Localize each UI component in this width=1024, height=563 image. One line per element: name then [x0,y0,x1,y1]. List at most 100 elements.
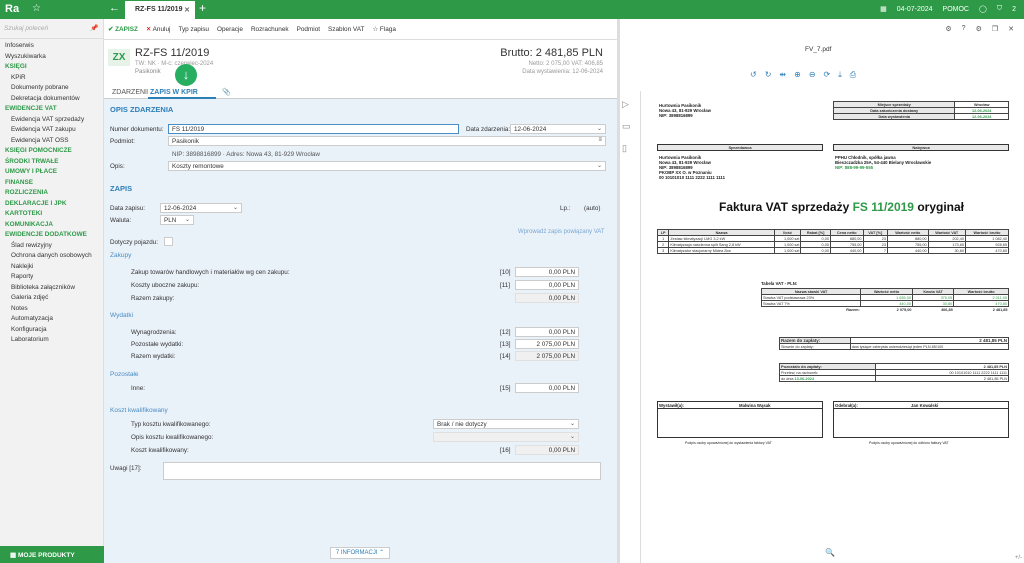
flag-label: Flaga [379,26,396,33]
file-icon[interactable]: ▯ [622,143,627,154]
pin-icon[interactable]: 📌 [90,24,98,32]
document-tab[interactable]: RZ-FS 11/2019 ✕ [125,1,195,19]
shield-icon[interactable]: ⛉ [997,5,1002,13]
sidebar-item-13[interactable]: FINANSE [0,178,103,189]
sidebar-item-15[interactable]: DEKLARACJE I JPK [0,199,103,210]
notifications-badge[interactable]: 2 [1012,6,1016,13]
gear-icon[interactable]: ⚙ [976,25,982,40]
description-select[interactable]: Koszty remontowe ⌄ [168,161,606,171]
qualified-cost-input[interactable]: 0,00 PLN [515,445,579,455]
pdf-items-cell: 470,80 [964,247,1010,254]
purchases-row-input[interactable]: 0,00 PLN [515,267,579,277]
send-icon[interactable]: ▷ [622,99,629,110]
info-button[interactable]: 7 INFORMACJI ⌃ [330,547,390,559]
sidebar-item-5[interactable]: Dekretacja dokumentów [0,94,103,105]
zoom-out-icon[interactable]: ⊖ [809,70,816,80]
pdf-viewer[interactable]: Hurtownia Pasikonik Nowa 43, 81-929 Wrocł… [640,91,1024,563]
help-icon[interactable]: ? [962,25,966,40]
refresh-icon[interactable]: ⟳ [824,70,831,80]
back-arrow-icon[interactable]: ← [109,2,120,14]
flag-button[interactable]: ☆ Flaga [372,25,396,33]
qualified-type-select[interactable]: Brak / nie dotyczy ⌄ [433,419,579,429]
entry-type-button[interactable]: Typ zapisu [178,26,209,33]
date-display[interactable]: 04-07-2024 [897,6,933,13]
sidebar-item-8[interactable]: Ewidencja VAT zakupu [0,125,103,136]
sidebar-item-26[interactable]: Automatyzacja [0,314,103,325]
settings-sliders-icon[interactable]: ⚙ [945,25,951,40]
sidebar-item-4[interactable]: Dokumenty pobrane [0,83,103,94]
flip-icon[interactable]: ⇹ [779,70,786,80]
sidebar-item-12[interactable]: UMOWY I PŁACE [0,167,103,178]
settlement-button[interactable]: Rozrachunek [251,26,289,33]
sidebar-item-2[interactable]: KSIĘGI [0,62,103,73]
sidebar-item-27[interactable]: Konfiguracja [0,325,103,336]
expenses-row-input[interactable]: 2 075,00 PLN [515,339,579,349]
help-link[interactable]: POMOC [943,6,969,13]
sidebar-item-17[interactable]: KOMUNIKACJA [0,220,103,231]
new-tab-plus-icon[interactable]: + [199,1,206,15]
search-icon[interactable]: 🔍 [825,548,835,557]
operations-button[interactable]: Operacje [217,26,243,33]
print-icon[interactable]: ⎙ [850,70,856,80]
calendar-icon[interactable]: ▦ [880,5,887,13]
other-input[interactable]: 0,00 PLN [515,383,579,393]
notes-textarea[interactable] [163,462,601,480]
restore-window-icon[interactable]: ❐ [992,25,998,40]
entry-date-input[interactable]: 12-06-2024 ⌄ [160,203,242,213]
sidebar-item-1[interactable]: Wyszukiwarka [0,52,103,63]
purchases-row-input[interactable]: 0,00 PLN [515,293,579,303]
sidebar-item-19[interactable]: Ślad rewizyjny [0,241,103,252]
linked-vat-entry-link[interactable]: Wprowadź zapis powiązany VAT [518,229,604,235]
comment-icon[interactable]: ▭ [622,121,631,132]
sidebar-item-20[interactable]: Ochrona danych osobowych [0,251,103,262]
currency-select[interactable]: PLN ⌄ [160,215,194,225]
close-tab-icon[interactable]: ✕ [184,6,190,14]
expenses-row-label: Pozostałe wydatki: [131,341,184,348]
sidebar-item-25[interactable]: Notes [0,304,103,315]
sidebar-item-24[interactable]: Galeria zdjęć [0,293,103,304]
menu-icon[interactable]: ≡ [598,137,602,143]
rotate-right-icon[interactable]: ↻ [765,70,772,80]
qualified-desc-select[interactable]: ⌄ [433,432,579,442]
download-icon[interactable]: ⤓ [838,70,842,80]
subject-button[interactable]: Podmiot [297,26,320,33]
sidebar-item-9[interactable]: Ewidencja VAT OSS [0,136,103,147]
event-date-input[interactable]: 12-06-2024 ⌄ [510,124,606,134]
favorite-star-icon[interactable]: ☆ [32,3,41,14]
user-icon[interactable]: ◯ [979,5,987,13]
search-input[interactable]: Szukaj poleceń [4,25,48,32]
sidebar-item-23[interactable]: Biblioteka załączników [0,283,103,294]
doc-number-input[interactable]: FS 11/2019 [168,124,459,134]
vehicle-checkbox[interactable] [164,237,173,246]
sidebar-search[interactable]: Szukaj poleceń 📌 [0,19,103,39]
sidebar-item-21[interactable]: Naklejki [0,262,103,273]
sidebar-item-3[interactable]: KPiR [0,73,103,84]
save-button[interactable]: ✔ ZAPISZ [108,25,138,33]
cancel-button[interactable]: ✕ Anuluj [146,25,171,33]
sidebar-item-28[interactable]: Laboratorium [0,335,103,346]
zoom-in-icon[interactable]: ⊕ [794,70,801,80]
sidebar-item-22[interactable]: Raporty [0,272,103,283]
attachment-icon[interactable]: 📎 [222,88,231,96]
close-icon[interactable]: ✕ [1008,25,1014,40]
sidebar-item-11[interactable]: ŚRODKI TRWAŁE [0,157,103,168]
sidebar-item-7[interactable]: Ewidencja VAT sprzedaży [0,115,103,126]
sidebar-item-16[interactable]: KARTOTEKI [0,209,103,220]
entry-date-value: 12-06-2024 [164,205,197,212]
sidebar-item-10[interactable]: KSIĘGI POMOCNICZE [0,146,103,157]
vat-template-button[interactable]: Szablon VAT [328,26,364,33]
tab-kpir-entry[interactable]: ZAPIS W KPIR [148,88,216,99]
resize-icon[interactable]: +/- [1015,555,1022,561]
my-products-button[interactable]: ▦ MOJE PRODUKTY [0,546,104,563]
sidebar-item-0[interactable]: Infoserwis [0,41,103,52]
expenses-row-input[interactable]: 2 075,00 PLN [515,351,579,361]
tab-event[interactable]: ZDARZENIE [112,89,152,96]
purchases-row-input[interactable]: 0,00 PLN [515,280,579,290]
pdf-items-cell: Klimatyzator stacjonarny Midea 2kw [668,247,775,254]
sidebar-item-6[interactable]: EWIDENCJE VAT [0,104,103,115]
subject-input[interactable]: Pasikonik ≡ [168,136,606,146]
sidebar-item-18[interactable]: EWIDENCJE DODATKOWE [0,230,103,241]
sidebar-item-14[interactable]: ROZLICZENIA [0,188,103,199]
rotate-left-icon[interactable]: ↺ [750,70,757,80]
expenses-row-input[interactable]: 0,00 PLN [515,327,579,337]
